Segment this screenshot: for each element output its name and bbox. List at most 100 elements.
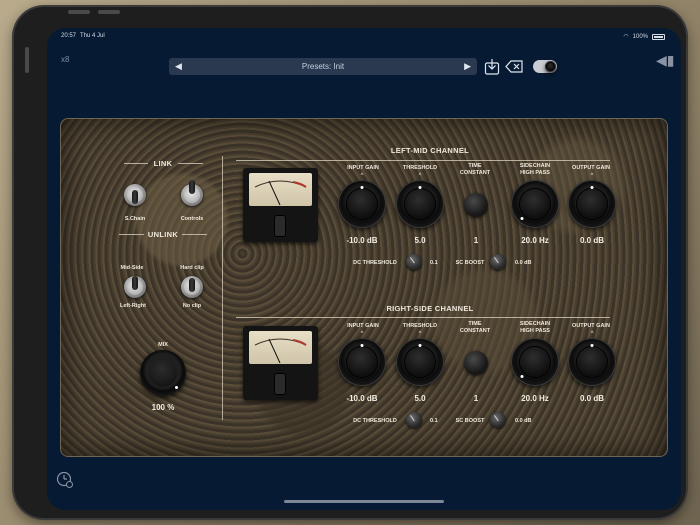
- battery-icon: [652, 33, 665, 40]
- threshold-value: 5.0: [414, 236, 426, 245]
- left-vu-meter: [243, 168, 318, 242]
- vu-scale: [254, 338, 307, 364]
- mix-value: 100 %: [151, 403, 175, 412]
- save-icon[interactable]: [484, 58, 500, 75]
- dc-threshold-knob[interactable]: [406, 412, 422, 428]
- theme-toggle[interactable]: [533, 60, 557, 73]
- sidechain-value: 20.0 Hz: [521, 394, 549, 403]
- schain-link-toggle[interactable]: [124, 184, 146, 206]
- knob-top-marker: ^: [590, 331, 594, 337]
- divider: [236, 160, 610, 161]
- divider: [178, 163, 203, 164]
- dc-threshold-label: DC THRESHOLD: [353, 418, 397, 424]
- time-constant-value: 1: [473, 236, 479, 245]
- sc-boost-label: SC BOOST: [455, 260, 485, 266]
- knob-top-marker: ^: [418, 173, 422, 179]
- threshold-knob[interactable]: ^: [396, 331, 444, 386]
- sc-boost-knob[interactable]: [490, 254, 506, 270]
- mid-side-label: Mid-Side: [120, 265, 144, 271]
- left-mid-title: LEFT-MID CHANNEL: [390, 146, 470, 155]
- schain-label: S.Chain: [124, 216, 146, 222]
- knob-indicator: [590, 343, 594, 347]
- plugin-panel: LINK S.Chain Controls UNLINK Mid-Side Le…: [60, 118, 668, 457]
- meter-handle: [275, 216, 285, 236]
- right-side-title: RIGHT-SIDE CHANNEL: [386, 304, 474, 313]
- knob-indicator: [360, 185, 364, 189]
- status-time: 20:57: [61, 33, 77, 39]
- mix-label: MIX: [158, 342, 168, 348]
- oversampling-label[interactable]: x8: [61, 55, 69, 64]
- mid-side-toggle[interactable]: [124, 276, 146, 298]
- dc-threshold-label: DC THRESHOLD: [353, 260, 397, 266]
- home-indicator: [284, 500, 444, 503]
- clear-icon[interactable]: [505, 58, 524, 75]
- output-gain-value: 0.0 dB: [579, 236, 604, 245]
- vu-scale: [254, 180, 307, 206]
- sidechain-label: SIDECHAIN HIGH PASS: [519, 321, 551, 334]
- ipad-frame: 20:57 Thu 4 Jul ◠ 100% x8 ◀ Presets: Ini…: [14, 7, 686, 518]
- knob-indicator: [175, 386, 178, 389]
- battery-percent: 100%: [632, 33, 648, 40]
- unlink-title: UNLINK: [147, 230, 179, 239]
- knob-indicator: [520, 217, 524, 221]
- device-button: [98, 10, 120, 14]
- clip-toggle[interactable]: [181, 276, 203, 298]
- knob-top-marker: ^: [590, 173, 594, 179]
- dc-threshold-knob[interactable]: [406, 254, 422, 270]
- device-button: [68, 10, 90, 14]
- time-constant-label: TIME CONSTANT: [459, 321, 491, 334]
- input-gain-value: -10.0 dB: [346, 236, 378, 245]
- knob-indicator: [418, 185, 422, 189]
- knob-indicator: [418, 343, 422, 347]
- input-gain-label: INPUT GAIN: [347, 323, 379, 329]
- toggle-lever: [189, 278, 195, 292]
- dc-threshold-value: 0.1: [430, 260, 438, 266]
- right-vu-meter: [243, 326, 318, 400]
- input-gain-knob[interactable]: ^: [338, 331, 386, 386]
- left-right-label: Left-Right: [120, 303, 146, 309]
- output-gain-knob[interactable]: ^: [568, 173, 616, 228]
- vu-meter-face: [249, 331, 312, 364]
- output-gain-label: OUTPUT GAIN: [572, 323, 610, 329]
- knob-top-marker: ^: [360, 331, 364, 337]
- sidechain-knob[interactable]: [511, 338, 559, 386]
- knob-top-marker: ^: [360, 173, 364, 179]
- speaker-icon[interactable]: ◀▮: [656, 52, 674, 69]
- knob-indicator: [360, 343, 364, 347]
- toggle-lever: [132, 276, 138, 290]
- divider: [182, 234, 207, 235]
- dc-threshold-value: 0.1: [430, 418, 438, 424]
- input-gain-knob[interactable]: ^: [338, 173, 386, 228]
- time-constant-label: TIME CONSTANT: [459, 163, 491, 176]
- threshold-label: THRESHOLD: [402, 165, 438, 171]
- controls-label: Controls: [180, 216, 204, 222]
- chevron-right-icon[interactable]: ▶: [464, 61, 471, 72]
- sidechain-knob[interactable]: [511, 180, 559, 228]
- threshold-knob[interactable]: ^: [396, 173, 444, 228]
- vertical-divider: [222, 156, 223, 420]
- knob-top-marker: ^: [418, 331, 422, 337]
- input-gain-label: INPUT GAIN: [347, 165, 379, 171]
- sc-boost-label: SC BOOST: [455, 418, 485, 424]
- knob-indicator: [520, 375, 524, 379]
- link-title: LINK: [153, 159, 173, 168]
- time-constant-selector[interactable]: [464, 193, 488, 217]
- preset-selector[interactable]: ◀ Presets: Init ▶: [169, 58, 477, 75]
- hard-clip-label: Hard clip: [180, 265, 204, 271]
- time-constant-selector[interactable]: [464, 351, 488, 375]
- status-right: ◠ 100%: [623, 33, 665, 40]
- sc-boost-value: 0.0 dB: [515, 260, 532, 266]
- output-gain-knob[interactable]: ^: [568, 331, 616, 386]
- sc-boost-knob[interactable]: [490, 412, 506, 428]
- divider: [236, 317, 610, 318]
- mix-knob[interactable]: [140, 350, 186, 396]
- knob-indicator: [590, 185, 594, 189]
- chevron-left-icon[interactable]: ◀: [175, 61, 182, 72]
- sidechain-value: 20.0 Hz: [521, 236, 549, 245]
- preset-name[interactable]: Presets: Init: [302, 62, 344, 71]
- toggle-lever: [132, 190, 138, 204]
- timer-settings-icon[interactable]: [56, 471, 74, 489]
- status-date: Thu 4 Jul: [80, 33, 105, 39]
- vu-meter-face: [249, 173, 312, 206]
- controls-link-toggle[interactable]: [181, 180, 203, 206]
